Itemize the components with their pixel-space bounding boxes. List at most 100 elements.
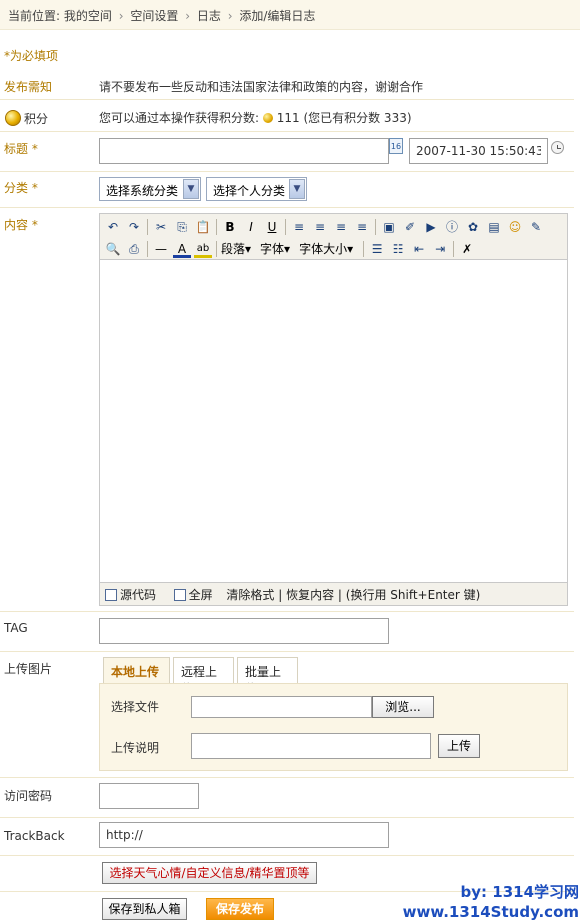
- remove-format-icon[interactable]: ✗: [458, 240, 476, 258]
- undo-icon[interactable]: ↶: [104, 218, 122, 236]
- tag-input[interactable]: [99, 618, 389, 644]
- replace-icon[interactable]: ⎙: [125, 240, 143, 258]
- breadcrumb: 当前位置: 我的空间 › 空间设置 › 日志 › 添加/编辑日志: [0, 0, 580, 30]
- points-label: 积分: [24, 112, 49, 126]
- upload-label: 上传图片: [4, 662, 53, 676]
- content-label: 内容 *: [4, 218, 38, 232]
- system-category-value: 选择系统分类: [106, 184, 179, 198]
- find-icon[interactable]: 🔍: [104, 240, 122, 258]
- toolbar-divider: [147, 219, 148, 235]
- italic-icon[interactable]: I: [242, 218, 260, 236]
- trackback-input[interactable]: [99, 822, 389, 848]
- access-password-input[interactable]: [99, 783, 199, 809]
- breadcrumb-space-settings[interactable]: 空间设置: [130, 9, 178, 23]
- notice-label: 发布需知: [4, 80, 53, 94]
- tag-label: TAG: [4, 621, 28, 635]
- personal-category-value: 选择个人分类: [213, 184, 286, 198]
- toolbar-divider: [363, 241, 365, 257]
- font-color-icon[interactable]: A: [173, 241, 191, 258]
- bold-icon[interactable]: B: [221, 218, 239, 236]
- toolbar-divider: [375, 219, 376, 235]
- font-size-dropdown[interactable]: 字体大小▾: [299, 240, 353, 258]
- editor-footer: 源代码 全屏 清除格式 | 恢复内容 | (换行用 Shift+Enter 键): [100, 582, 567, 605]
- upload-panel: 选择文件 浏览... 上传说明 上传: [99, 683, 568, 771]
- rich-text-editor: ↶ ↷ ✂ ⎘ 📋 B I U ≡ ≡ ≡ ≡ ▣ ✐ ▶ ⓘ ✿ ▤ ☺ ✎ …: [99, 213, 568, 606]
- toolbar-divider: [453, 241, 455, 257]
- clear-format-link[interactable]: 清除格式: [226, 588, 274, 602]
- smiley-icon[interactable]: ☺: [506, 218, 524, 236]
- toolbar-row-2: 🔍 ⎙ — A ab 段落▾ 字体▾ 字体大小▾ ☰ ☷ ⇤ ⇥ ✗: [104, 238, 479, 260]
- info-icon[interactable]: ⓘ: [443, 218, 461, 236]
- editor-content-area[interactable]: [100, 260, 567, 582]
- upload-button[interactable]: 上传: [438, 734, 480, 758]
- source-code-checkbox[interactable]: [105, 589, 117, 601]
- watermark-line-2: www.1314Study.com: [402, 903, 579, 921]
- align-center-icon[interactable]: ≡: [311, 218, 329, 236]
- align-justify-icon[interactable]: ≡: [353, 218, 371, 236]
- paste-icon[interactable]: 📋: [194, 218, 212, 236]
- note-icon[interactable]: ✎: [527, 218, 545, 236]
- cut-icon[interactable]: ✂: [152, 218, 170, 236]
- ordered-list-icon[interactable]: ☰: [368, 240, 386, 258]
- personal-category-select[interactable]: 选择个人分类 ▼: [206, 177, 307, 201]
- flash-icon[interactable]: ✐: [401, 218, 419, 236]
- highlight-icon[interactable]: ab: [194, 241, 212, 258]
- clock-icon[interactable]: [551, 141, 564, 154]
- points-prefix: 您可以通过本操作获得积分数:: [99, 111, 260, 125]
- underline-icon[interactable]: U: [263, 218, 281, 236]
- breadcrumb-current: 添加/编辑日志: [239, 9, 316, 23]
- table-icon[interactable]: ▤: [485, 218, 503, 236]
- title-label: 标题 *: [4, 142, 38, 156]
- notice-row: 发布需知 请不要发布一些反动和违法国家法律和政策的内容，谢谢合作: [0, 70, 574, 100]
- toolbar-divider: [147, 241, 148, 257]
- link-icon[interactable]: ✿: [464, 218, 482, 236]
- toolbar-row-1: ↶ ↷ ✂ ⎘ 📋 B I U ≡ ≡ ≡ ≡ ▣ ✐ ▶ ⓘ ✿ ▤ ☺ ✎: [104, 216, 548, 238]
- tab-remote-upload[interactable]: 远程上传: [173, 657, 234, 696]
- align-left-icon[interactable]: ≡: [290, 218, 308, 236]
- required-note: *为必填项: [4, 49, 59, 63]
- breadcrumb-separator: ›: [185, 9, 191, 23]
- coin-stack-icon: [5, 110, 21, 126]
- coin-icon: [262, 113, 273, 123]
- breadcrumb-blog[interactable]: 日志: [197, 9, 221, 23]
- breadcrumb-my-space[interactable]: 我的空间: [64, 9, 112, 23]
- datetime-input[interactable]: [409, 138, 548, 164]
- editor-toolbar: ↶ ↷ ✂ ⎘ 📋 B I U ≡ ≡ ≡ ≡ ▣ ✐ ▶ ⓘ ✿ ▤ ☺ ✎ …: [100, 214, 567, 260]
- source-code-label: 源代码: [120, 588, 157, 602]
- tab-batch-upload[interactable]: 批量上传: [237, 657, 298, 696]
- chevron-down-icon: ▼: [289, 179, 305, 199]
- calendar-icon[interactable]: 16: [389, 138, 403, 154]
- horizontal-rule-icon[interactable]: —: [152, 240, 170, 258]
- password-row: 访问密码: [0, 778, 574, 818]
- tab-local-upload[interactable]: 本地上传: [103, 657, 170, 684]
- toolbar-divider: [216, 241, 217, 257]
- points-value: 111: [276, 111, 300, 125]
- save-to-private-button[interactable]: 保存到私人箱: [102, 898, 187, 920]
- browse-button[interactable]: 浏览...: [372, 696, 434, 718]
- upload-desc-label: 上传说明: [111, 741, 160, 755]
- title-input[interactable]: [99, 138, 389, 164]
- image-icon[interactable]: ▣: [380, 218, 398, 236]
- indent-icon[interactable]: ⇥: [431, 240, 449, 258]
- footer-divider: |: [278, 588, 283, 602]
- fullscreen-checkbox[interactable]: [173, 589, 186, 601]
- restore-content-link[interactable]: 恢复内容: [286, 588, 334, 602]
- copy-icon[interactable]: ⎘: [173, 218, 191, 236]
- watermark-line-1: by: 1314学习网: [460, 883, 579, 901]
- align-right-icon[interactable]: ≡: [332, 218, 350, 236]
- media-icon[interactable]: ▶: [422, 218, 440, 236]
- file-path-input[interactable]: [191, 696, 372, 718]
- weather-mood-options-button[interactable]: 选择天气心情/自定义信息/精华置顶等: [102, 862, 317, 884]
- line-break-hint: (换行用 Shift+Enter 键): [345, 588, 481, 602]
- system-category-select[interactable]: 选择系统分类 ▼: [99, 177, 201, 201]
- paragraph-dropdown[interactable]: 段落▾: [221, 240, 251, 258]
- save-publish-button[interactable]: 保存发布: [206, 898, 274, 920]
- upload-desc-input[interactable]: [191, 733, 431, 759]
- points-row: 积分 您可以通过本操作获得积分数: 111 (您已有积分数 333): [0, 100, 574, 132]
- unordered-list-icon[interactable]: ☷: [389, 240, 407, 258]
- outdent-icon[interactable]: ⇤: [410, 240, 428, 258]
- font-dropdown[interactable]: 字体▾: [260, 240, 290, 258]
- breadcrumb-separator: ›: [227, 9, 233, 23]
- chevron-down-icon: ▼: [183, 179, 199, 199]
- redo-icon[interactable]: ↷: [125, 218, 143, 236]
